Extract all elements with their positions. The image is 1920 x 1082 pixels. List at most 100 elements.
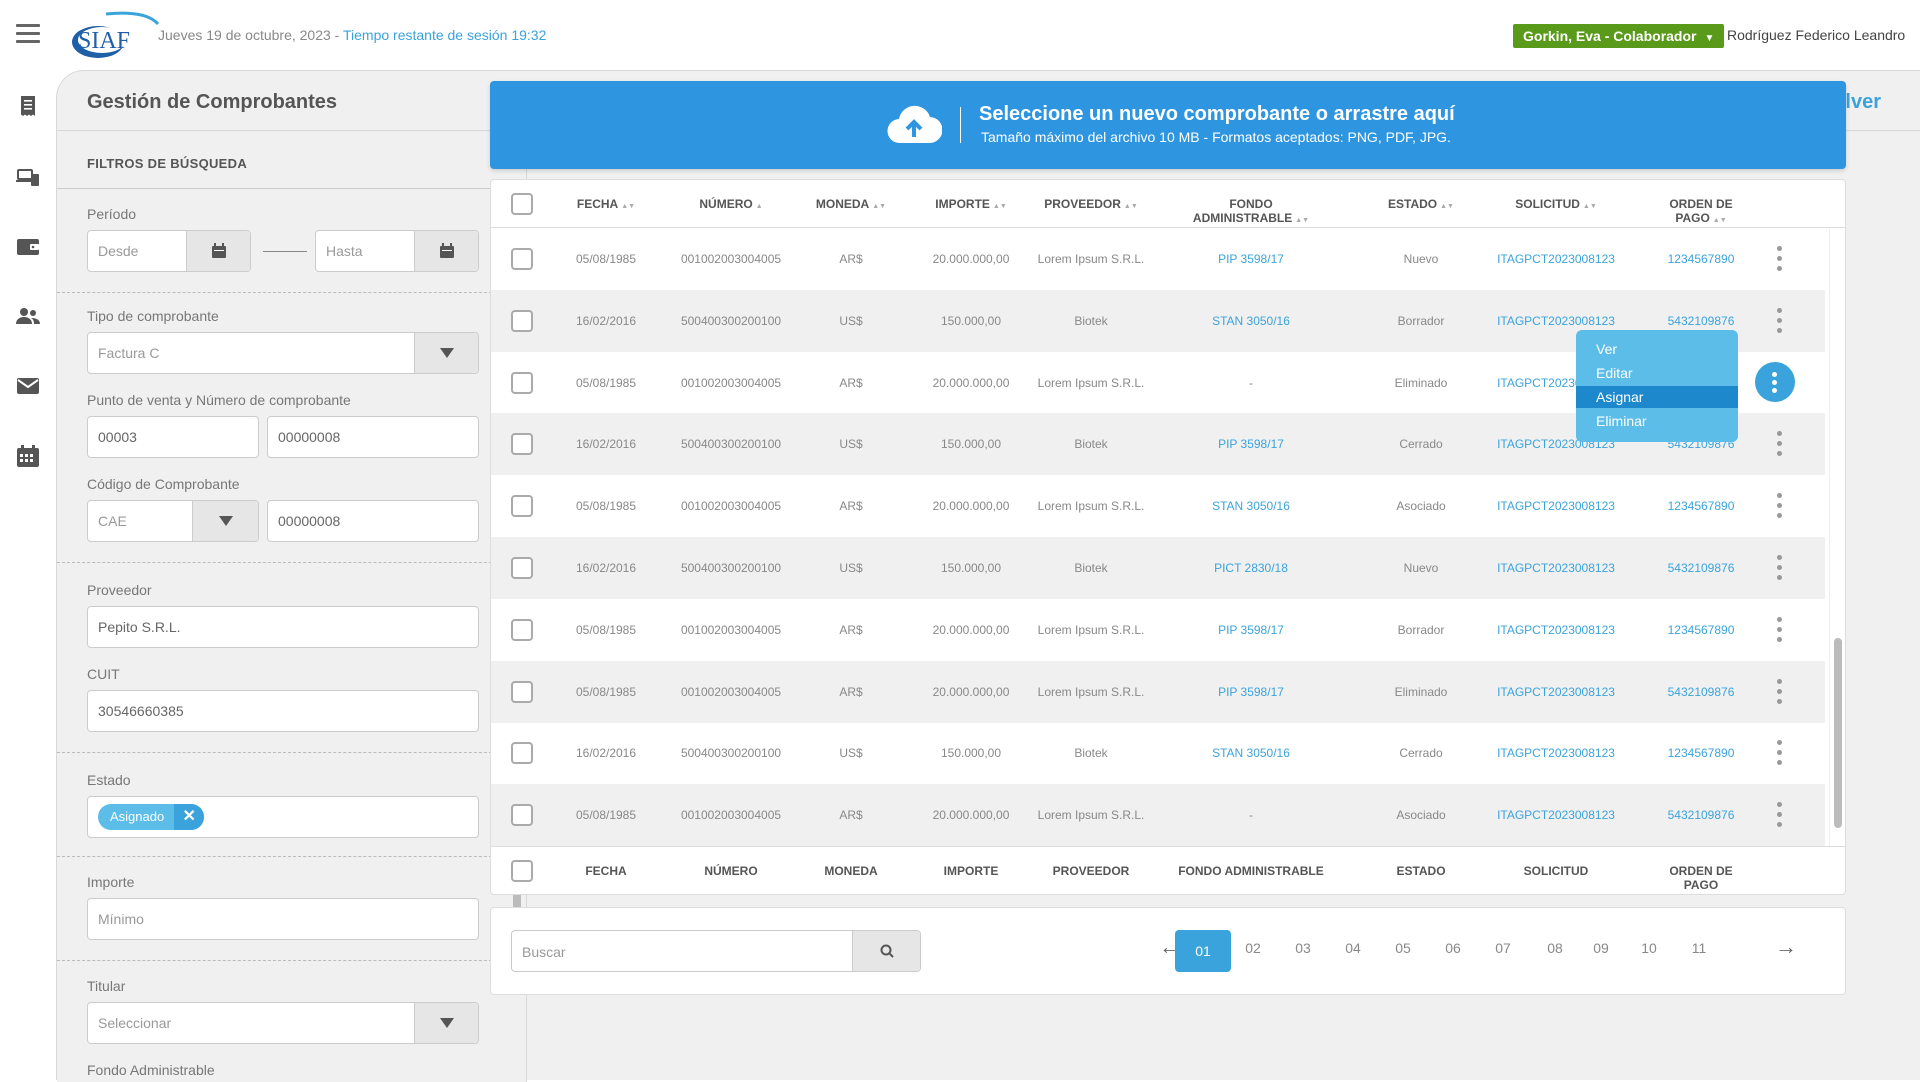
table-row[interactable]: 05/08/1985 001002003004005 AR$ 20.000.000,0…	[491, 599, 1825, 661]
search-button[interactable]	[852, 931, 920, 971]
search-field[interactable]: Buscar	[511, 930, 921, 972]
cell-fondo[interactable]: PIP 3598/17	[1171, 685, 1331, 699]
more-options-icon[interactable]	[1776, 678, 1782, 705]
proveedor-input[interactable]: Pepito S.R.L.	[87, 606, 479, 648]
row-checkbox[interactable]	[511, 309, 533, 332]
more-options-icon[interactable]	[1776, 431, 1782, 457]
cell-solicitud[interactable]: ITAGPCT2023008123	[1486, 746, 1626, 760]
column-header-moneda[interactable]: MONEDA ▲▼	[811, 197, 891, 211]
menu-item-eliminar[interactable]: Eliminar	[1576, 410, 1738, 432]
user-role-dropdown[interactable]: Gorkin, Eva - Colaborador ▼	[1513, 24, 1725, 48]
cell-fondo[interactable]: STAN 3050/16	[1171, 746, 1331, 760]
cell-orden[interactable]: 5432109876	[1651, 808, 1751, 822]
more-options-icon[interactable]	[1776, 246, 1782, 272]
calendar-icon[interactable]	[16, 444, 40, 468]
cell-orden[interactable]: 5432109876	[1651, 314, 1751, 328]
wallet-icon[interactable]	[16, 234, 40, 258]
row-checkbox[interactable]	[511, 680, 533, 703]
page-10[interactable]: 10	[1629, 940, 1669, 956]
cell-solicitud[interactable]: ITAGPCT2023008123	[1486, 623, 1626, 637]
cell-fondo[interactable]: PIP 3598/17	[1171, 252, 1331, 266]
sort-icon[interactable]: ▲▼	[1713, 217, 1727, 224]
cell-solicitud[interactable]: ITAGPCT2023008123	[1486, 252, 1626, 266]
cell-orden[interactable]: 5432109876	[1651, 685, 1751, 699]
cell-orden[interactable]: 1234567890	[1651, 623, 1751, 637]
page-06[interactable]: 06	[1433, 940, 1473, 956]
cell-orden[interactable]: 1234567890	[1651, 499, 1751, 513]
table-scrollbar[interactable]	[1829, 228, 1845, 846]
hasta-field[interactable]: Hasta	[315, 230, 479, 272]
sort-icon[interactable]: ▲▼	[1124, 203, 1138, 210]
dropdown-button[interactable]	[414, 333, 478, 373]
codigo-numero-input[interactable]: 00000008	[267, 500, 479, 542]
page-11[interactable]: 11	[1679, 940, 1719, 956]
codigo-tipo-select[interactable]: CAE	[87, 500, 259, 542]
column-header-solicitud[interactable]: SOLICITUD ▲▼	[1486, 197, 1626, 211]
dropdown-button[interactable]	[414, 1003, 478, 1043]
page-04[interactable]: 04	[1333, 940, 1373, 956]
titular-select[interactable]: Seleccionar	[87, 1002, 479, 1044]
cuit-input[interactable]: 30546660385	[87, 690, 479, 732]
cell-solicitud[interactable]: ITAGPCT2023008123	[1486, 499, 1626, 513]
devices-icon[interactable]	[16, 164, 40, 188]
remove-chip-icon[interactable]: ✕	[174, 804, 205, 830]
cell-fondo[interactable]: STAN 3050/16	[1171, 314, 1331, 328]
sort-icon[interactable]: ▲▼	[621, 203, 635, 210]
estado-multiselect[interactable]: Asignado ✕	[87, 796, 479, 838]
row-checkbox[interactable]	[511, 248, 533, 270]
cell-fondo[interactable]: PICT 2830/18	[1171, 561, 1331, 575]
upload-dropzone[interactable]: Seleccione un nuevo comprobante o arrast…	[490, 81, 1846, 169]
cell-solicitud[interactable]: ITAGPCT2023008123	[1486, 314, 1626, 328]
column-header-importe[interactable]: IMPORTE ▲▼	[921, 197, 1021, 211]
more-options-icon[interactable]	[1776, 555, 1782, 581]
column-header-fecha[interactable]: FECHA ▲▼	[558, 197, 654, 211]
sort-icon[interactable]: ▲▼	[993, 203, 1007, 210]
page-05[interactable]: 05	[1383, 940, 1423, 956]
page-03[interactable]: 03	[1283, 940, 1323, 956]
receipt-icon[interactable]	[16, 94, 40, 118]
sort-icon[interactable]: ▲▼	[1295, 217, 1309, 224]
page-08[interactable]: 08	[1535, 940, 1575, 956]
table-row[interactable]: 16/02/2016 500400300200100 US$ 150.000,00 Bi…	[491, 722, 1825, 784]
mail-icon[interactable]	[16, 374, 40, 398]
select-all-checkbox[interactable]	[511, 860, 533, 882]
page-09[interactable]: 09	[1581, 940, 1621, 956]
importe-minimo-input[interactable]: Mínimo	[87, 898, 479, 940]
menu-item-asignar[interactable]: Asignar	[1576, 386, 1738, 408]
users-icon[interactable]	[16, 304, 40, 328]
more-options-icon[interactable]	[1776, 740, 1782, 766]
next-page-arrow-icon[interactable]: →	[1775, 934, 1797, 960]
cell-fondo[interactable]: PIP 3598/17	[1171, 623, 1331, 637]
row-checkbox[interactable]	[511, 557, 533, 579]
calendar-button[interactable]	[414, 231, 478, 271]
sort-icon[interactable]: ▲	[756, 203, 763, 210]
cell-fondo[interactable]: STAN 3050/16	[1171, 499, 1331, 513]
column-header-orden[interactable]: ORDEN DE PAGO ▲▼	[1651, 197, 1751, 225]
cell-solicitud[interactable]: ITAGPCT2023008123	[1486, 561, 1626, 575]
scroll-thumb[interactable]	[1834, 638, 1842, 828]
page-01[interactable]: 01	[1175, 930, 1231, 972]
tipo-select[interactable]: Factura C	[87, 332, 479, 374]
more-options-icon[interactable]	[1776, 802, 1782, 828]
menu-icon[interactable]	[16, 24, 40, 44]
cell-solicitud[interactable]: ITAGPCT2023008123	[1486, 808, 1626, 822]
row-checkbox[interactable]	[511, 433, 533, 456]
row-checkbox[interactable]	[511, 618, 533, 641]
sort-icon[interactable]: ▲▼	[872, 203, 886, 210]
cell-orden[interactable]: 1234567890	[1651, 746, 1751, 760]
cell-orden[interactable]: 1234567890	[1651, 252, 1751, 266]
calendar-button[interactable]	[186, 231, 250, 271]
menu-item-ver[interactable]: Ver	[1576, 338, 1738, 360]
row-checkbox[interactable]	[511, 804, 533, 827]
table-row[interactable]: 05/08/1985 001002003004005 AR$ 20.000.000,0…	[491, 228, 1825, 290]
cell-fondo[interactable]: PIP 3598/17	[1171, 437, 1331, 451]
table-row[interactable]: 05/08/1985 001002003004005 AR$ 20.000.000,0…	[491, 660, 1825, 723]
page-07[interactable]: 07	[1483, 940, 1523, 956]
column-header-numero[interactable]: NÚMERO ▲	[661, 197, 801, 211]
punto-venta-input[interactable]: 00003	[87, 416, 259, 458]
select-all-checkbox[interactable]	[511, 193, 533, 215]
cell-solicitud[interactable]: ITAGPCT2023008123	[1486, 685, 1626, 699]
cell-orden[interactable]: 5432109876	[1651, 561, 1751, 575]
table-row[interactable]: 05/08/1985 001002003004005 AR$ 20.000.000,0…	[491, 784, 1825, 847]
more-options-icon[interactable]	[1776, 616, 1782, 643]
